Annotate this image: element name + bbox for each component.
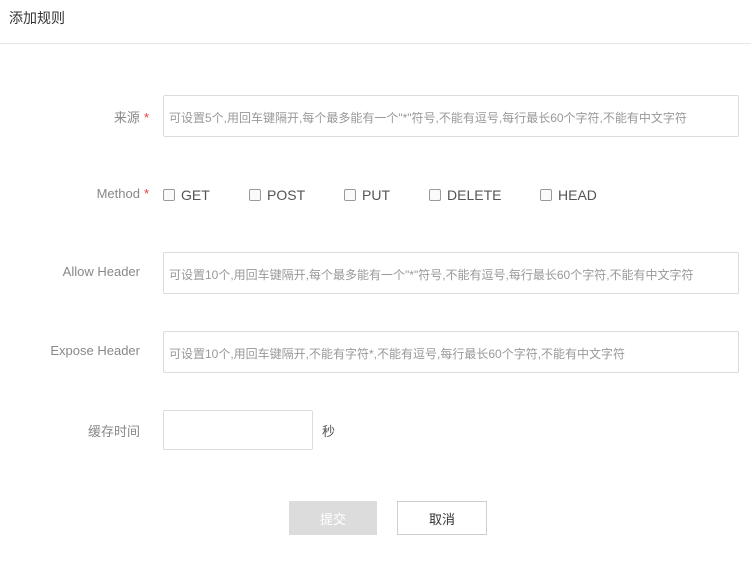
dialog-title: 添加规则	[9, 10, 65, 26]
required-mark: *	[143, 110, 149, 125]
origin-label: 来源 *	[113, 110, 149, 125]
allow-header-textarea[interactable]: 可设置10个,用回车键隔开,每个最多能有一个"*"符号,不能有逗号,每行最长60…	[163, 252, 739, 294]
required-mark: *	[143, 186, 149, 201]
cache-time-input[interactable]	[163, 410, 313, 450]
allow-header-label: Allow Header	[62, 264, 140, 279]
checkbox-box[interactable]	[429, 189, 441, 201]
expose-header-placeholder: 可设置10个,用回车键隔开,不能有字符*,不能有逗号,每行最长60个字符,不能有…	[169, 347, 626, 361]
method-head-checkbox[interactable]: HEAD	[540, 185, 597, 205]
expose-header-textarea[interactable]: 可设置10个,用回车键隔开,不能有字符*,不能有逗号,每行最长60个字符,不能有…	[163, 331, 739, 373]
method-post-checkbox[interactable]: POST	[249, 185, 305, 205]
submit-button[interactable]: 提交	[289, 501, 377, 535]
method-put-checkbox[interactable]: PUT	[344, 185, 390, 205]
method-get-checkbox[interactable]: GET	[163, 185, 210, 205]
method-label: Method *	[96, 186, 149, 201]
expose-header-label: Expose Header	[50, 343, 140, 358]
checkbox-box[interactable]	[344, 189, 356, 201]
dialog-header: 添加规则	[0, 0, 751, 44]
allow-header-placeholder: 可设置10个,用回车键隔开,每个最多能有一个"*"符号,不能有逗号,每行最长60…	[169, 268, 694, 282]
origin-textarea[interactable]: 可设置5个,用回车键隔开,每个最多能有一个"*"符号,不能有逗号,每行最长60个…	[163, 95, 739, 137]
cancel-button[interactable]: 取消	[397, 501, 487, 535]
cache-time-unit: 秒	[322, 424, 336, 439]
origin-placeholder: 可设置5个,用回车键隔开,每个最多能有一个"*"符号,不能有逗号,每行最长60个…	[169, 111, 687, 125]
checkbox-box[interactable]	[540, 189, 552, 201]
checkbox-box[interactable]	[249, 189, 261, 201]
checkbox-box[interactable]	[163, 189, 175, 201]
cache-time-label: 缓存时间	[87, 424, 140, 439]
method-delete-checkbox[interactable]: DELETE	[429, 185, 501, 205]
